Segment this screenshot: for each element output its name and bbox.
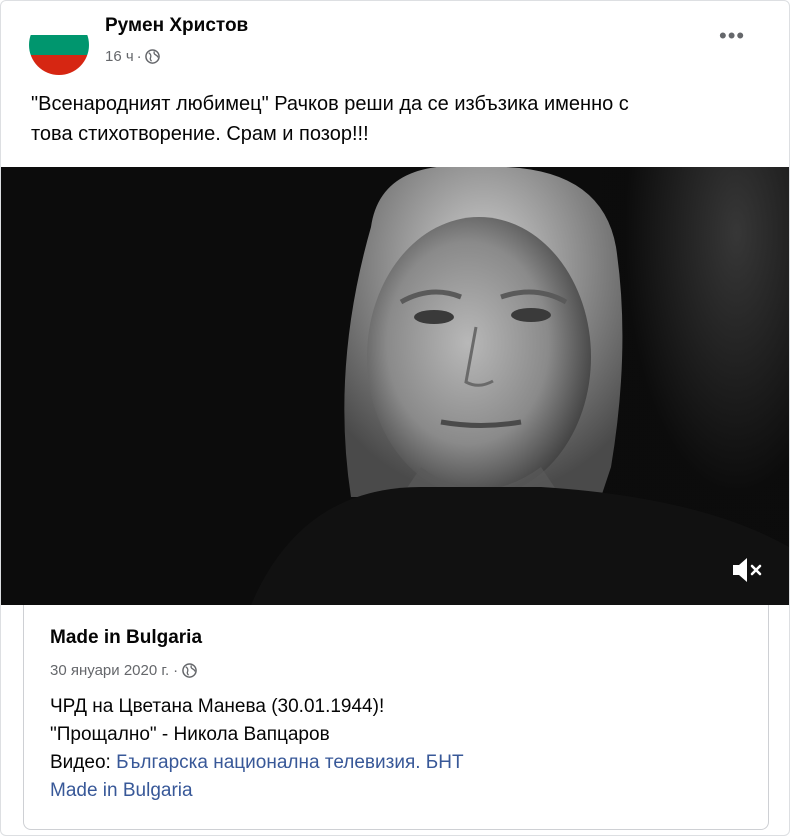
shared-post-text: ЧРД на Цветана Манева (30.01.1944)! "Про… (50, 693, 464, 805)
shared-post-author[interactable]: Made in Bulgaria (50, 627, 202, 649)
shared-post-line: ЧРД на Цветана Манева (30.01.1944)! (50, 696, 385, 717)
post-text-line: това стихотворение. Срам и позор!!! (31, 123, 369, 145)
globe-icon (182, 663, 197, 678)
video-frame-image (1, 167, 789, 605)
shared-post-line: Видео: Българска национална телевизия. Б… (50, 749, 464, 777)
globe-icon (144, 49, 160, 64)
made-in-bulgaria-link[interactable]: Made in Bulgaria (50, 780, 193, 801)
post-author-name[interactable]: Румен Христов (105, 15, 248, 37)
shared-post-date[interactable]: 30 януари 2020 г. (50, 662, 169, 679)
bnt-link[interactable]: Българска национална телевизия. БНТ (116, 752, 464, 773)
post-text-line: "Всенародният любимец" Рачков реши да се… (31, 93, 629, 115)
flag-stripe-red (29, 55, 89, 75)
flag-stripe-white (29, 15, 89, 35)
video-player[interactable] (1, 167, 789, 605)
shared-post-card[interactable]: Made in Bulgaria 30 януари 2020 г. · ЧРД… (23, 605, 769, 830)
shared-post-line: Made in Bulgaria (50, 777, 464, 805)
shared-post-meta: 30 януари 2020 г. · (50, 662, 197, 679)
post-text: "Всенародният любимец" Рачков реши да се… (31, 89, 771, 149)
author-avatar[interactable] (29, 15, 89, 75)
post-timestamp[interactable]: 16 ч (105, 48, 134, 65)
meta-separator: · (136, 48, 142, 65)
post-meta: 16 ч · (105, 48, 160, 65)
shared-post-line: "Прощално" - Никола Вапцаров (50, 724, 330, 745)
feed-post: Румен Христов 16 ч · ••• "Всенародният л… (0, 0, 790, 836)
mute-volume-icon[interactable] (729, 555, 765, 585)
more-options-icon[interactable]: ••• (719, 25, 745, 47)
video-credit-prefix: Видео: (50, 752, 117, 773)
flag-stripe-green (29, 35, 89, 55)
meta-separator: · (173, 662, 179, 679)
